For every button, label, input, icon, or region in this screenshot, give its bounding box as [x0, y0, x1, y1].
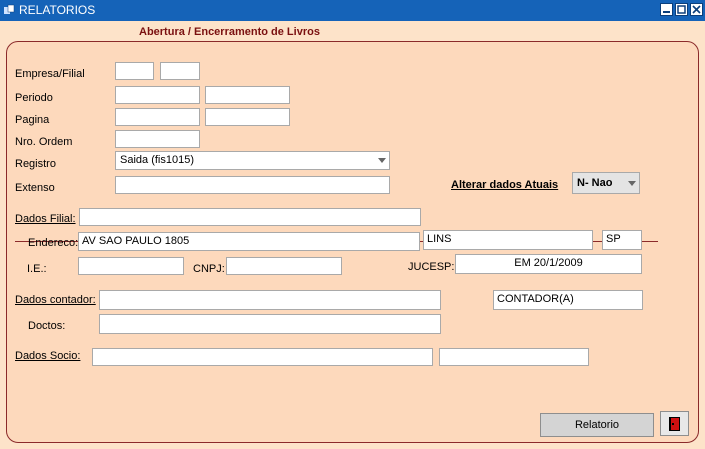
title-bar: RELATORIOS — [0, 0, 705, 21]
uf-value: SP — [606, 233, 621, 245]
relatorio-button[interactable]: Relatorio — [540, 413, 654, 437]
form-heading: Abertura / Encerramento de Livros — [139, 26, 320, 38]
alterar-dados-label: Alterar dados Atuais — [451, 179, 559, 191]
nro-ordem-input[interactable] — [115, 130, 200, 148]
registro-select[interactable]: Saida (fis1015) — [115, 151, 390, 170]
form-panel: Empresa/Filial Periodo Pagina Nro. Ordem… — [6, 41, 699, 443]
cnpj-input[interactable] — [226, 257, 342, 275]
periodo-start-input[interactable] — [115, 86, 200, 104]
contador-cargo-input[interactable]: CONTADOR(A) — [493, 290, 643, 310]
jucesp-value: EM 20/1/2009 — [514, 257, 583, 269]
alterar-dados-value: N- Nao — [577, 177, 613, 189]
endereco-value: AV SAO PAULO 1805 — [82, 235, 190, 247]
nro-ordem-label: Nro. Ordem — [15, 136, 73, 148]
chevron-down-icon[interactable] — [628, 181, 636, 186]
pagina-label: Pagina — [15, 114, 50, 126]
pagina-start-input[interactable] — [115, 108, 200, 126]
minimize-icon[interactable] — [660, 3, 673, 16]
cnpj-label: CNPJ: — [193, 263, 225, 275]
app-icon[interactable] — [3, 4, 15, 16]
ie-label: I.E.: — [27, 263, 47, 275]
uf-input[interactable]: SP — [602, 230, 642, 250]
jucesp-label: JUCESP: — [408, 261, 455, 273]
exit-door-icon — [668, 416, 682, 435]
ie-input[interactable] — [78, 257, 184, 275]
dados-filial-label: Dados Filial: — [15, 213, 76, 225]
alterar-dados-select[interactable]: N- Nao — [572, 172, 640, 194]
cidade-input[interactable]: LINS — [423, 230, 593, 250]
empresa-filial-label: Empresa/Filial — [15, 68, 85, 80]
chevron-down-icon[interactable] — [378, 158, 386, 163]
exit-button[interactable] — [660, 411, 689, 436]
maximize-icon[interactable] — [675, 3, 688, 16]
dados-socio-extra-input[interactable] — [439, 348, 589, 366]
contador-cargo-value: CONTADOR(A) — [497, 293, 574, 305]
jucesp-input[interactable]: EM 20/1/2009 — [455, 254, 642, 274]
dados-filial-input[interactable] — [79, 208, 421, 226]
periodo-end-input[interactable] — [205, 86, 290, 104]
doctos-label: Doctos: — [28, 320, 66, 332]
endereco-input[interactable]: AV SAO PAULO 1805 — [78, 232, 420, 251]
dados-socio-input[interactable] — [92, 348, 433, 366]
relatorio-button-label: Relatorio — [574, 419, 620, 431]
extenso-label: Extenso — [15, 182, 55, 194]
empresa-input[interactable] — [115, 62, 154, 80]
filial-input[interactable] — [160, 62, 200, 80]
extenso-input[interactable] — [115, 176, 390, 194]
registro-label: Registro — [15, 158, 56, 170]
close-icon[interactable] — [690, 3, 703, 16]
registro-select-value: Saida (fis1015) — [120, 154, 194, 166]
window-title: RELATORIOS — [19, 3, 96, 17]
periodo-label: Periodo — [15, 92, 53, 104]
cidade-value: LINS — [427, 233, 452, 245]
dados-socio-label: Dados Socio: — [15, 350, 81, 362]
pagina-end-input[interactable] — [205, 108, 290, 126]
dados-contador-input[interactable] — [99, 290, 441, 310]
doctos-input[interactable] — [99, 314, 441, 334]
dados-contador-label: Dados contador: — [15, 294, 96, 306]
endereco-label: Endereco: — [28, 237, 79, 249]
